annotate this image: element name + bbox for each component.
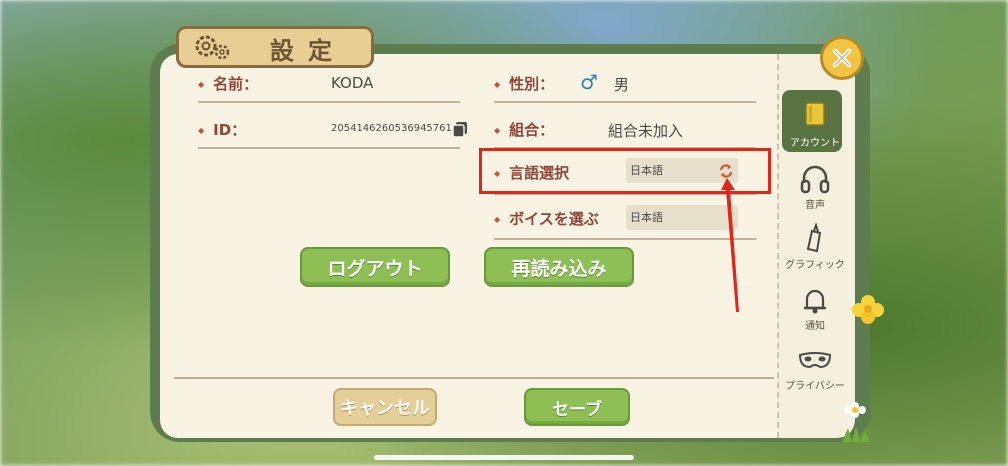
union-value: 組合未加入 xyxy=(608,122,684,140)
bell-icon xyxy=(796,283,834,317)
gear-icon xyxy=(195,35,230,60)
copy-icon[interactable] xyxy=(451,120,469,138)
voice-value: 日本語 xyxy=(630,211,663,224)
daisy-decoration-icon xyxy=(842,402,870,442)
sidebar-item-account[interactable]: アカウント xyxy=(780,98,850,149)
save-button[interactable]: セーブ xyxy=(524,388,630,426)
name-value: KODA xyxy=(331,74,374,92)
mask-icon xyxy=(796,343,834,377)
headphones-icon xyxy=(796,162,834,196)
male-icon: ♂ xyxy=(580,70,598,94)
paintbrush-icon xyxy=(796,222,834,256)
close-button[interactable] xyxy=(820,36,864,80)
union-label: 組合： xyxy=(494,119,554,140)
name-label: 名前： xyxy=(198,73,258,94)
cancel-button[interactable]: キャンセル xyxy=(333,388,437,426)
gender-value: 男 xyxy=(614,76,630,94)
sidebar-item-sound[interactable]: 音声 xyxy=(780,162,850,211)
sidebar-item-label: アカウント xyxy=(790,138,840,149)
id-value: 20541462605369457​61 xyxy=(331,123,452,134)
sidebar-item-label: グラフィック xyxy=(785,260,845,271)
book-icon xyxy=(796,98,834,132)
sidebar-item-label: 通知 xyxy=(805,321,825,332)
divider xyxy=(174,377,774,379)
id-label: ID： xyxy=(198,119,246,140)
page-title: 設定 xyxy=(270,37,346,65)
divider xyxy=(198,101,460,103)
home-indicator xyxy=(374,455,634,460)
sidebar-item-privacy[interactable]: プライバシー xyxy=(780,343,850,392)
settings-content-area xyxy=(160,54,777,438)
divider xyxy=(494,101,756,103)
close-icon xyxy=(832,48,852,68)
sidebar-item-label: プライバシー xyxy=(785,381,845,392)
logout-button[interactable]: ログアウト xyxy=(300,247,450,287)
sidebar-item-graphics[interactable]: グラフィック xyxy=(780,222,850,271)
divider xyxy=(198,147,460,149)
sidebar-item-notification[interactable]: 通知 xyxy=(780,283,850,332)
reload-button[interactable]: 再読み込み xyxy=(484,247,634,287)
flower-decoration-icon xyxy=(852,295,884,324)
annotation-arrow-icon xyxy=(721,178,739,312)
gender-label: 性別： xyxy=(494,73,554,94)
voice-label: ボイスを選ぶ xyxy=(494,208,599,229)
sidebar-item-label: 音声 xyxy=(805,200,825,211)
